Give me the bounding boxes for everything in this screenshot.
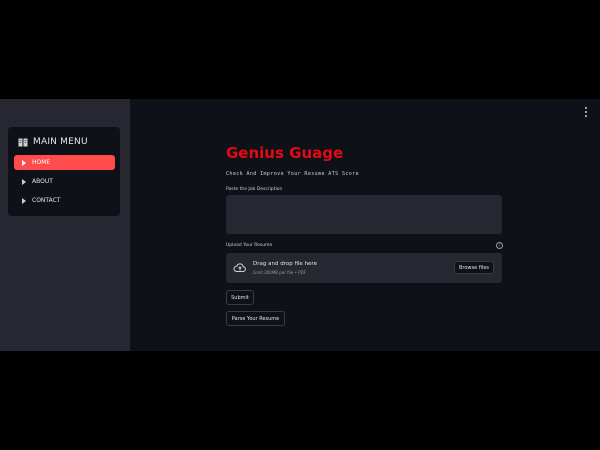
caret-right-icon xyxy=(22,197,26,204)
sidebar-item-label: HOME xyxy=(32,159,51,166)
main-menu: MAIN MENU HOME ABOUT CONTACT xyxy=(8,127,120,216)
parse-resume-button[interactable]: Parse Your Resume xyxy=(226,311,285,326)
dropzone-limit: Limit 200MB per file • PDF xyxy=(253,270,306,275)
upload-label: Upload Your Resume xyxy=(226,243,273,248)
main-content: Genius Guage Check And Improve Your Resu… xyxy=(226,99,504,351)
help-circle-icon[interactable]: ? xyxy=(496,242,503,249)
app-window: MAIN MENU HOME ABOUT CONTACT Genius Guag… xyxy=(0,99,600,351)
job-description-input[interactable] xyxy=(226,195,502,234)
caret-right-icon xyxy=(22,159,26,166)
browse-files-button[interactable]: Browse files xyxy=(454,261,494,274)
sidebar-item-about[interactable]: ABOUT xyxy=(14,174,115,189)
menu-title: MAIN MENU xyxy=(33,137,88,147)
job-description-label: Paste the Job Description xyxy=(226,187,283,192)
book-icon xyxy=(18,138,28,146)
menu-header: MAIN MENU xyxy=(18,135,88,149)
kebab-menu-icon[interactable] xyxy=(584,107,588,117)
dropzone-title: Drag and drop file here xyxy=(253,261,317,267)
caret-right-icon xyxy=(22,178,26,185)
sidebar-item-contact[interactable]: CONTACT xyxy=(14,193,115,208)
sidebar-item-label: CONTACT xyxy=(32,197,61,204)
sidebar: MAIN MENU HOME ABOUT CONTACT xyxy=(0,99,130,351)
page-title: Genius Guage xyxy=(226,144,344,162)
file-dropzone[interactable]: Drag and drop file here Limit 200MB per … xyxy=(226,253,502,283)
sidebar-item-label: ABOUT xyxy=(32,178,53,185)
submit-button[interactable]: Submit xyxy=(226,290,254,305)
cloud-upload-icon xyxy=(233,263,246,272)
sidebar-item-home[interactable]: HOME xyxy=(14,155,115,170)
page-subtitle: Check And Improve Your Resume ATS Score xyxy=(226,171,359,177)
